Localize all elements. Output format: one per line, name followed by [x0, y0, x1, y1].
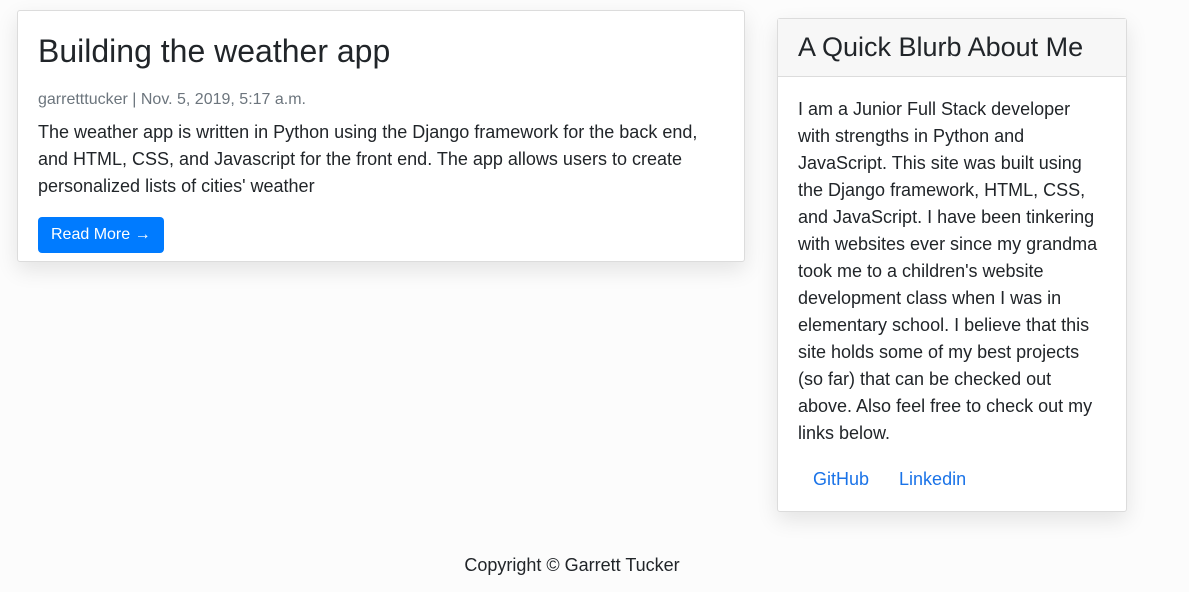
- github-link[interactable]: GitHub: [798, 463, 884, 495]
- about-title: A Quick Blurb About Me: [798, 32, 1084, 62]
- footer-copyright: Copyright © Garrett Tucker: [464, 555, 680, 575]
- about-text: I am a Junior Full Stack developer with …: [798, 99, 1098, 443]
- about-card-header: A Quick Blurb About Me: [778, 19, 1126, 77]
- about-card: A Quick Blurb About Me I am a Junior Ful…: [777, 18, 1127, 512]
- post-card: Building the weather app garretttucker |…: [17, 10, 745, 262]
- read-more-button[interactable]: Read More →: [38, 217, 164, 253]
- post-meta: garretttucker | Nov. 5, 2019, 5:17 a.m.: [38, 91, 306, 108]
- about-card-body: I am a Junior Full Stack developer with …: [778, 77, 1126, 495]
- linkedin-link[interactable]: Linkedin: [884, 463, 981, 495]
- post-excerpt: The weather app is written in Python usi…: [38, 122, 698, 196]
- about-links: GitHub Linkedin: [798, 463, 1106, 495]
- post-title: Building the weather app: [38, 33, 391, 69]
